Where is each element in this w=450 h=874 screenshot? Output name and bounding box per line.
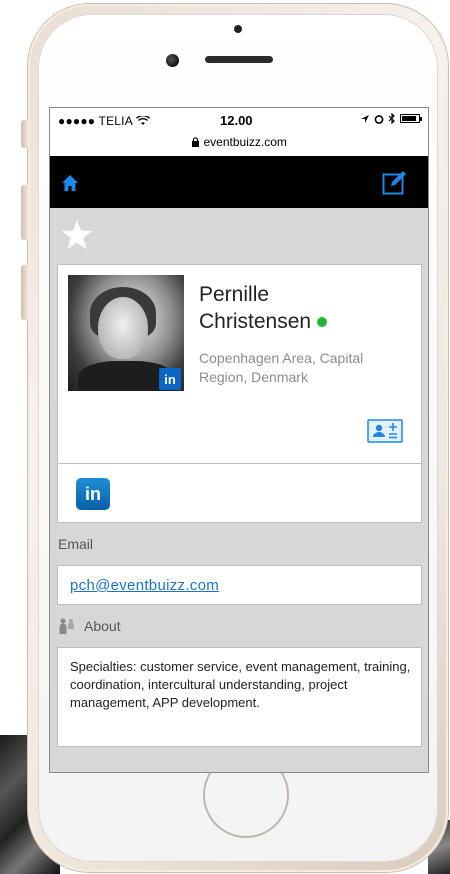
url-text: eventbuizz.com: [203, 135, 287, 149]
earpiece-speaker: [205, 56, 273, 63]
volume-down-button: [21, 265, 28, 320]
status-bar: ●●●●● TELIA 12.00 eventbuizz.com: [50, 108, 428, 156]
home-icon[interactable]: [61, 174, 79, 192]
about-section-label: About: [50, 605, 428, 647]
edit-icon[interactable]: [382, 169, 408, 195]
email-link[interactable]: pch@eventbuizz.com: [70, 577, 219, 594]
wifi-icon: [135, 115, 150, 125]
add-contact-icon[interactable]: [367, 419, 403, 443]
battery-icon: [400, 114, 422, 123]
url-bar[interactable]: eventbuizz.com: [50, 135, 428, 149]
email-section-label: Email: [58, 536, 94, 552]
star-icon[interactable]: [60, 218, 94, 252]
alarm-icon: [374, 114, 384, 124]
profile-card: in Pernille Christensen Copenhagen Area,…: [57, 264, 422, 464]
about-card: Specialties: customer service, event man…: [57, 647, 422, 747]
mute-switch: [21, 120, 28, 148]
profile-location: Copenhagen Area, Capital Region, Denmark: [199, 350, 364, 385]
linkedin-badge-icon: in: [159, 368, 181, 390]
online-status-indicator: [317, 317, 328, 328]
carrier-label: ●●●●● TELIA: [58, 114, 150, 128]
people-icon: [59, 618, 74, 634]
app-header: [50, 156, 428, 208]
social-links-card: in: [57, 464, 422, 523]
clock: 12.00: [220, 113, 253, 128]
proximity-sensor: [234, 25, 242, 33]
phone-screen: ●●●●● TELIA 12.00 eventbuizz.com in Pern…: [50, 108, 428, 772]
status-icons: [360, 113, 422, 124]
first-name: Pernille: [199, 283, 270, 306]
linkedin-button[interactable]: in: [76, 478, 110, 510]
about-text: Specialties: customer service, event man…: [70, 659, 411, 710]
bluetooth-icon: [388, 113, 395, 124]
volume-up-button: [21, 185, 28, 240]
front-camera: [166, 54, 179, 67]
profile-name: Pernille Christensen: [199, 281, 419, 335]
email-card: pch@eventbuizz.com: [57, 565, 422, 605]
location-arrow-icon: [361, 114, 369, 123]
last-name: Christensen: [199, 310, 312, 333]
favorite-row: [50, 208, 428, 264]
lock-icon: [192, 137, 200, 147]
about-label-text: About: [84, 618, 121, 634]
